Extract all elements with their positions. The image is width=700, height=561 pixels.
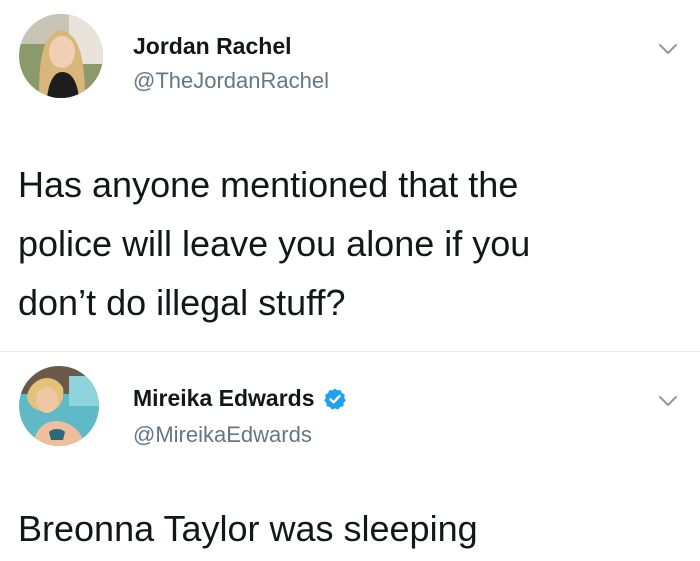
author-row: Jordan Rachel: [133, 33, 292, 60]
tweet-text-line: Breonna Taylor was sleeping: [18, 508, 478, 549]
handle[interactable]: @TheJordanRachel: [133, 68, 329, 94]
chevron-down-icon[interactable]: [658, 42, 678, 56]
tweet-text: Has anyone mentioned that the police wil…: [18, 155, 678, 332]
verified-badge-icon: [323, 388, 346, 409]
handle[interactable]: @MireikaEdwards: [133, 422, 312, 448]
avatar[interactable]: [19, 366, 99, 446]
tweet-text-line: police will leave you alone if you: [18, 223, 531, 264]
display-name[interactable]: Jordan Rachel: [133, 33, 292, 60]
tweet[interactable]: Jordan Rachel @TheJordanRachel Has anyon…: [0, 0, 700, 352]
author-row: Mireika Edwards: [133, 385, 347, 412]
tweet-text-line: Has anyone mentioned that the: [18, 164, 519, 205]
tweet-text-line: don’t do illegal stuff?: [18, 282, 346, 323]
avatar[interactable]: [19, 14, 103, 98]
display-name[interactable]: Mireika Edwards: [133, 385, 315, 412]
avatar-photo: [19, 14, 103, 98]
tweet-text: Breonna Taylor was sleeping: [18, 499, 678, 558]
chevron-down-icon[interactable]: [658, 394, 678, 408]
tweet[interactable]: Mireika Edwards @MireikaEdwards Breonna …: [0, 352, 700, 561]
avatar-photo: [19, 366, 99, 446]
